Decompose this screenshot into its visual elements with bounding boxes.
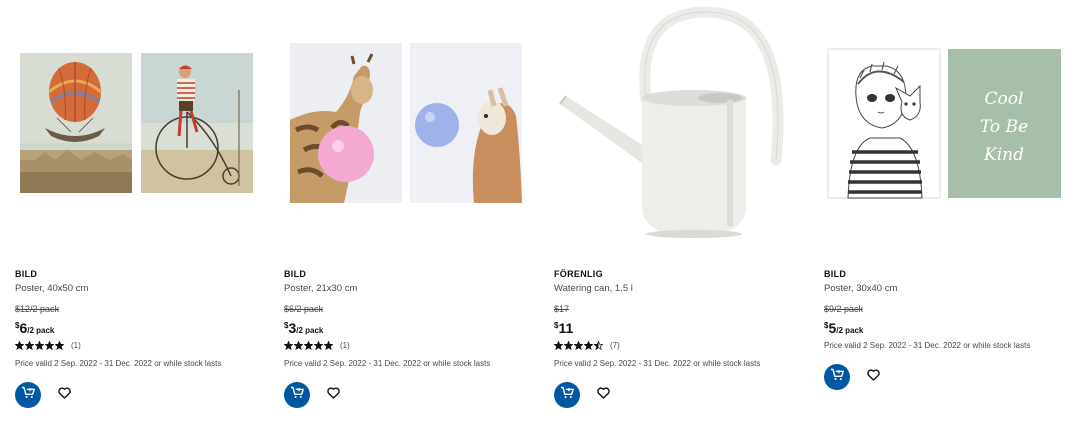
product-description: Poster, 30x40 cm [824, 283, 898, 294]
product-info: BILD Poster, 40x50 cm $12/2 pack $6/2 pa… [14, 268, 271, 408]
product-actions [554, 382, 810, 408]
poster-boy-dog-image [827, 48, 941, 199]
product-rating[interactable]: (1) [14, 340, 271, 352]
add-to-cart-button[interactable] [284, 382, 310, 408]
star-icon [24, 340, 35, 352]
star-icon [303, 340, 314, 352]
favourite-button[interactable] [596, 386, 610, 404]
old-price: $9/2 pack [824, 304, 864, 314]
product-actions [824, 364, 1080, 390]
star-icon [593, 340, 604, 352]
poster-bicycle-image [141, 53, 253, 193]
product-brand[interactable]: BILD [15, 268, 271, 280]
star-icon [583, 340, 594, 352]
poster-giraffe-image [290, 43, 402, 203]
rating-stars [14, 340, 65, 352]
price-unit: /2 pack [836, 326, 864, 335]
old-price: $12/2 pack [15, 304, 60, 314]
product-info: BILD Poster, 21x30 cm $6/2 pack $3/2 pac… [283, 268, 540, 408]
star-icon [14, 340, 25, 352]
poster-script-line: Cool [985, 89, 1024, 109]
heart-icon [326, 386, 340, 404]
product-card[interactable]: BILD Poster, 21x30 cm $6/2 pack $3/2 pac… [283, 0, 540, 421]
product-card[interactable]: Cool To Be Kind BILD Poster, 30x40 cm $9… [824, 0, 1080, 421]
rating-stars [553, 340, 604, 352]
price-validity: Price valid 2 Sep. 2022 - 31 Dec. 2022 o… [15, 359, 222, 368]
price-unit: /2 pack [27, 326, 55, 335]
star-icon [313, 340, 324, 352]
price-amount: 11 [558, 320, 574, 336]
add-to-cart-icon [560, 386, 575, 404]
poster-balloon-image [20, 53, 132, 193]
product-brand[interactable]: FÖRENLIG [554, 268, 810, 280]
add-to-cart-icon [21, 386, 36, 404]
watering-can-image [559, 6, 784, 238]
old-price: $6/2 pack [284, 304, 324, 314]
star-icon [563, 340, 574, 352]
product-description: Poster, 21x30 cm [284, 283, 358, 294]
product-info: BILD Poster, 30x40 cm $9/2 pack $5/2 pac… [824, 268, 1080, 390]
add-to-cart-icon [290, 386, 305, 404]
favourite-button[interactable] [866, 368, 880, 386]
price-validity: Price valid 2 Sep. 2022 - 31 Dec. 2022 o… [554, 359, 761, 368]
product-description: Poster, 40x50 cm [15, 283, 89, 294]
star-icon [283, 340, 294, 352]
current-price: $5/2 pack [824, 318, 1080, 336]
current-price: $6/2 pack [15, 318, 271, 336]
star-icon [44, 340, 55, 352]
star-icon [293, 340, 304, 352]
poster-script-line: Kind [983, 145, 1024, 165]
rating-count: (7) [610, 341, 620, 350]
star-icon [54, 340, 65, 352]
rating-count: (1) [340, 341, 350, 350]
product-card[interactable]: BILD Poster, 40x50 cm $12/2 pack $6/2 pa… [14, 0, 271, 421]
product-rating[interactable]: (7) [553, 340, 810, 352]
add-to-cart-button[interactable] [824, 364, 850, 390]
price-unit: /2 pack [296, 326, 324, 335]
star-icon [553, 340, 564, 352]
add-to-cart-icon [830, 368, 845, 386]
product-image[interactable] [15, 0, 271, 250]
rating-count: (1) [71, 341, 81, 350]
old-price: $17 [554, 304, 570, 314]
product-image[interactable] [284, 0, 540, 250]
current-price: $3/2 pack [284, 318, 540, 336]
poster-script-line: To Be [980, 117, 1028, 137]
product-rating[interactable]: (1) [283, 340, 540, 352]
star-icon [34, 340, 45, 352]
product-actions [15, 382, 271, 408]
heart-icon [57, 386, 71, 404]
add-to-cart-button[interactable] [15, 382, 41, 408]
heart-icon [596, 386, 610, 404]
price-validity: Price valid 2 Sep. 2022 - 31 Dec. 2022 o… [824, 341, 1031, 350]
poster-script-image: Cool To Be Kind [948, 49, 1061, 198]
star-icon [573, 340, 584, 352]
star-icon [323, 340, 334, 352]
product-brand[interactable]: BILD [284, 268, 540, 280]
add-to-cart-button[interactable] [554, 382, 580, 408]
product-description: Watering can, 1.5 l [554, 283, 633, 294]
poster-alpaca-image [410, 43, 522, 203]
current-price: $11 [554, 318, 810, 336]
product-image[interactable]: Cool To Be Kind [824, 0, 1080, 250]
product-card[interactable]: FÖRENLIG Watering can, 1.5 l $17 $11 (7)… [553, 0, 810, 421]
favourite-button[interactable] [326, 386, 340, 404]
heart-icon [866, 368, 880, 386]
product-brand[interactable]: BILD [824, 268, 1080, 280]
rating-stars [283, 340, 334, 352]
product-info: FÖRENLIG Watering can, 1.5 l $17 $11 (7)… [553, 268, 810, 408]
product-actions [284, 382, 540, 408]
product-image[interactable] [554, 0, 810, 250]
favourite-button[interactable] [57, 386, 71, 404]
price-validity: Price valid 2 Sep. 2022 - 31 Dec. 2022 o… [284, 359, 491, 368]
